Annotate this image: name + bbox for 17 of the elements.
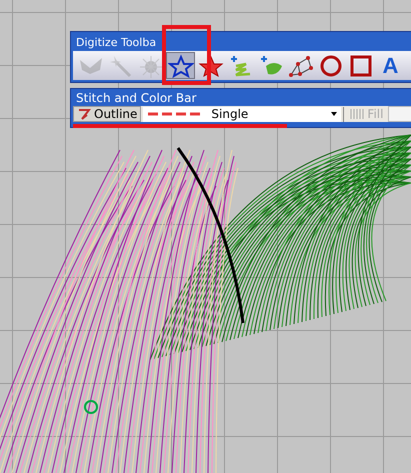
dropdown-arrow-icon xyxy=(331,112,338,116)
letter-icon: A xyxy=(382,54,398,78)
toolbar-title: Digitize Toolba xyxy=(75,35,158,51)
line-style-value: Single xyxy=(211,107,250,121)
toolbar-title: Stitch and Color Bar xyxy=(75,91,198,106)
outline-button[interactable]: Outline xyxy=(73,106,142,122)
square-icon xyxy=(348,54,374,78)
line-style-dropdown[interactable]: Single xyxy=(143,106,342,122)
nodes-icon xyxy=(288,54,314,78)
circle-icon xyxy=(318,54,344,78)
star-filled-icon xyxy=(198,54,224,78)
star-outline-icon xyxy=(168,54,194,78)
tool-button[interactable]: A xyxy=(376,52,405,79)
burst-icon xyxy=(138,54,164,78)
outline-icon xyxy=(77,107,91,121)
tool-button[interactable] xyxy=(166,52,195,79)
fill-icon xyxy=(349,107,366,121)
